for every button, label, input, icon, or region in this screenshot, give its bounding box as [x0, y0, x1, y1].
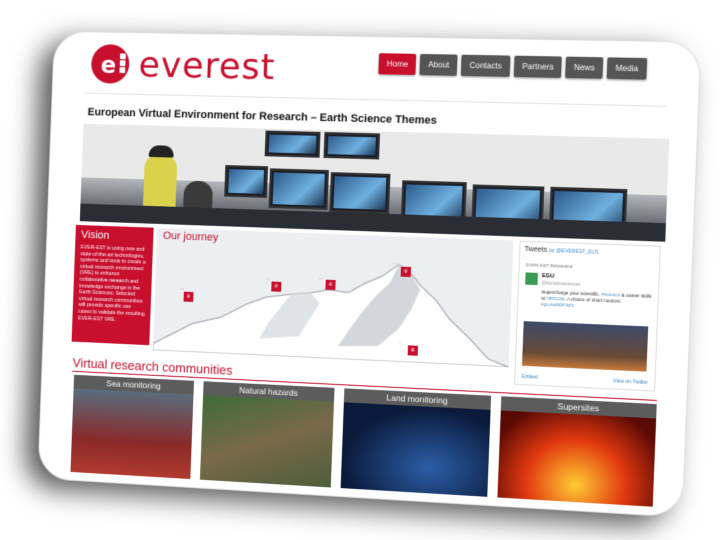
community-cards: Sea monitoring Natural hazards Land moni… — [70, 374, 659, 507]
land-monitoring-image — [340, 402, 491, 497]
logo-dots-icon — [116, 52, 128, 76]
card-natural-hazards[interactable]: Natural hazards — [199, 381, 335, 488]
tweet-handle[interactable]: @EuroGeosciences — [542, 280, 581, 287]
mountain-illustration — [152, 228, 514, 368]
screenshot-stage: e everest Home About Contacts Partners N… — [0, 0, 720, 540]
card-land-monitoring[interactable]: Land monitoring — [340, 388, 492, 497]
milestone-2: ··· — [265, 276, 270, 282]
card-sea-monitoring[interactable]: Sea monitoring — [70, 374, 195, 480]
milestone-4: ··· — [392, 261, 398, 267]
nav-about[interactable]: About — [419, 53, 458, 76]
milestone-3: ··· — [318, 276, 323, 282]
tweet-image[interactable] — [522, 321, 649, 372]
rounded-frame: e everest Home About Contacts Partners N… — [37, 30, 702, 518]
tweets-by[interactable]: by @EVEREST_EU1 — [549, 248, 598, 256]
tweets-title: Tweets — [524, 245, 548, 254]
tweet-account[interactable]: EGU — [542, 273, 555, 280]
milestone-1: ··· — [180, 286, 185, 292]
hashtag-egu16[interactable]: #EGU16 — [546, 296, 564, 302]
tagline: European Virtual Environment for Researc… — [87, 106, 438, 127]
milestone-badge-icon[interactable]: e — [407, 345, 419, 356]
main-nav: Home About Contacts Partners News Media — [378, 53, 648, 80]
hashtag-science[interactable]: #science — [601, 292, 620, 298]
logo-letter: e — [100, 51, 117, 79]
egu-avatar[interactable] — [525, 272, 538, 286]
everest-logo[interactable]: e — [90, 44, 130, 84]
twitter-widget[interactable]: Tweets by @EVEREST_EU1 EVER-EST Retweete… — [514, 240, 661, 392]
nav-media[interactable]: Media — [606, 57, 648, 80]
nav-news[interactable]: News — [565, 56, 604, 79]
journey-panel[interactable]: Our journey e ··· e ··· e ··· e ··· e ··… — [152, 227, 514, 368]
vision-text: EVER-EST is using new and state-of-the-a… — [77, 244, 146, 323]
sea-monitoring-image — [70, 388, 194, 480]
milestone-badge-icon[interactable]: e — [325, 279, 336, 291]
retweeted-label: EVER-EST Retweeted — [525, 262, 573, 270]
brand-name[interactable]: everest — [138, 45, 276, 88]
milestone-badge-icon[interactable]: e — [183, 291, 194, 302]
embed-link[interactable]: Embed — [521, 374, 537, 381]
card-supersites[interactable]: Supersites — [497, 396, 657, 507]
natural-hazards-image — [199, 395, 334, 488]
tweet-text: Supercharge your scientific, #science & … — [540, 289, 652, 308]
nav-contacts[interactable]: Contacts — [461, 54, 511, 77]
nav-home[interactable]: Home — [378, 53, 417, 76]
milestone-badge-icon[interactable]: e — [400, 266, 412, 278]
header-divider — [84, 92, 667, 107]
vision-title: Vision — [80, 229, 110, 242]
nav-partners[interactable]: Partners — [513, 55, 562, 78]
milestone-5: ··· — [397, 339, 403, 346]
web-page: e everest Home About Contacts Partners N… — [62, 38, 678, 514]
view-on-twitter-link[interactable]: View on Twitter — [613, 378, 649, 386]
tweet-link[interactable]: egu.eu/6DF3Z1 — [541, 301, 574, 307]
tilted-page-frame: e everest Home About Contacts Partners N… — [37, 30, 702, 518]
hero-image — [79, 123, 670, 242]
milestone-badge-icon[interactable]: e — [271, 281, 282, 292]
vision-box: Vision EVER-EST is using new and state-o… — [71, 224, 154, 346]
supersites-image — [497, 410, 657, 507]
